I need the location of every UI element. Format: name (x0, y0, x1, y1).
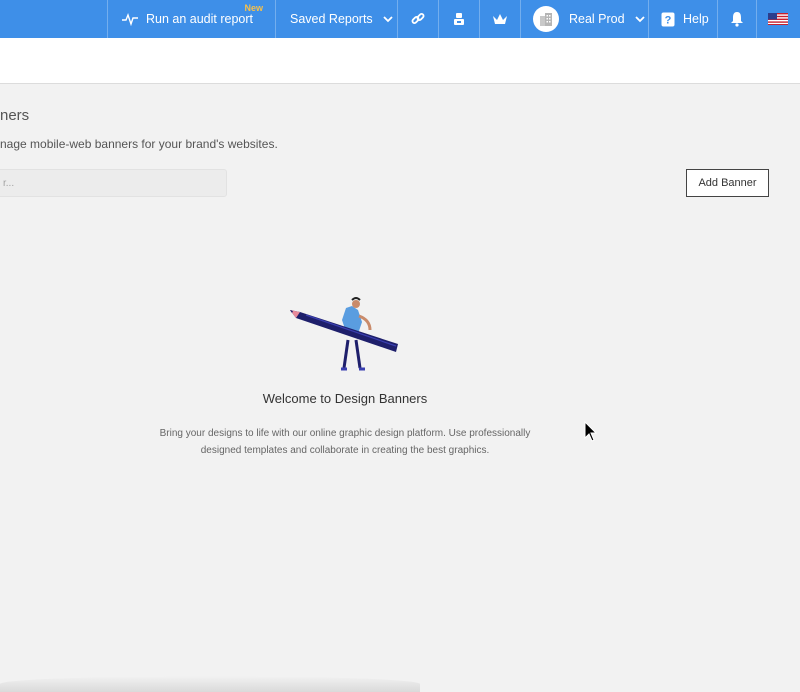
link-button[interactable] (397, 0, 438, 38)
us-flag-icon (768, 13, 788, 25)
add-banner-button[interactable]: Add Banner (686, 169, 769, 197)
svg-text:?: ? (665, 14, 672, 26)
top-nav-bar: Run an audit report New Saved Reports Re… (0, 0, 800, 38)
activity-icon (122, 12, 138, 26)
search-input[interactable] (0, 169, 227, 197)
secondary-header (0, 38, 800, 84)
mouse-cursor-icon (584, 421, 598, 442)
chevron-down-icon (383, 15, 393, 22)
language-selector[interactable] (756, 0, 799, 38)
account-avatar (533, 6, 559, 32)
notifications-button[interactable] (717, 0, 756, 38)
help-label: Help (683, 12, 709, 26)
account-name: Real Prod (569, 12, 625, 26)
question-icon: ? (661, 12, 675, 26)
bell-icon (731, 12, 743, 27)
new-badge: New (244, 3, 263, 13)
pencil-person-illustration (290, 297, 398, 371)
saved-reports-label: Saved Reports (290, 12, 373, 26)
crown-button[interactable] (479, 0, 520, 38)
help-button[interactable]: ? Help (648, 0, 717, 38)
chevron-down-icon (634, 15, 645, 22)
run-audit-report-button[interactable]: Run an audit report New (107, 0, 275, 38)
building-icon (540, 13, 552, 26)
page-description: nage mobile-web banners for your brand's… (0, 137, 278, 151)
robot-icon (454, 13, 464, 25)
bottom-shadow (0, 676, 420, 692)
robot-button[interactable] (438, 0, 479, 38)
page-title: ners (0, 107, 30, 124)
run-audit-report-label: Run an audit report (146, 12, 254, 26)
crown-icon (493, 14, 507, 24)
saved-reports-dropdown[interactable]: Saved Reports (275, 0, 397, 38)
account-dropdown[interactable]: Real Prod (520, 0, 648, 38)
link-icon (411, 13, 425, 24)
empty-state-text: Bring your designs to life with our onli… (159, 428, 531, 456)
empty-state-title: Welcome to Design Banners (262, 391, 428, 406)
